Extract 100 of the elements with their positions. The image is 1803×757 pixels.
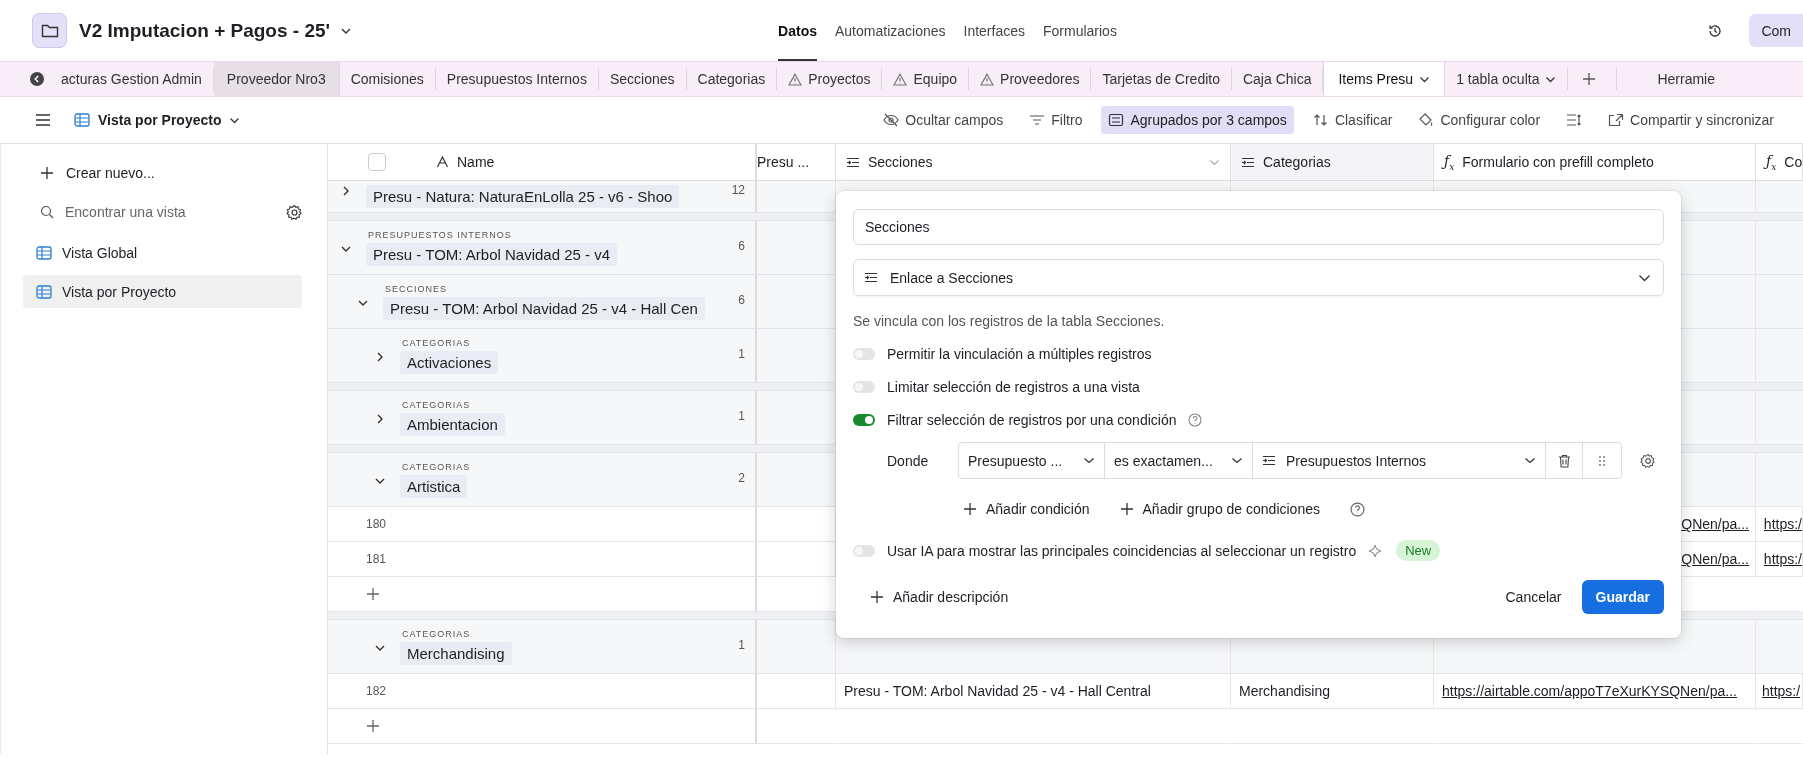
column-header[interactable]: ƒ$_{x}$ Formulario con prefill completo — [1434, 144, 1756, 180]
row-number: 180 — [366, 517, 387, 531]
warning-icon — [980, 72, 995, 86]
add-condition-group-button[interactable]: Añadir grupo de condiciones — [1119, 501, 1320, 517]
trash-icon — [1557, 453, 1571, 468]
history-icon[interactable] — [1707, 22, 1724, 39]
table-tab[interactable]: 1 tabla oculta — [1445, 68, 1569, 90]
option-label: Permitir la vinculación a múltiples registros — [887, 345, 1152, 362]
option-label: Filtrar selección de registros por una condición — [887, 411, 1177, 428]
table-tab[interactable]: Categorias — [686, 68, 778, 90]
row-number: 182 — [366, 684, 387, 698]
condition-prefix: Donde — [887, 452, 930, 469]
toolbar-button[interactable]: Agrupados por 3 campos — [1101, 106, 1294, 134]
caret-icon — [1524, 457, 1536, 464]
nav-tab[interactable]: Interfaces — [963, 0, 1025, 61]
link-field-icon — [1241, 156, 1255, 168]
eye-slash-icon — [883, 113, 900, 127]
toggle-switch[interactable] — [853, 347, 875, 360]
add-description-button[interactable]: Añadir descripción — [870, 589, 1009, 605]
group-field-label: CATEGORIAS — [402, 462, 471, 472]
group-value: Presu - TOM: Arbol Navidad 25 - v4 - Hall Cen — [383, 297, 705, 320]
table-tab[interactable]: Proveedores — [969, 68, 1092, 90]
add-record-icon[interactable] — [366, 587, 380, 601]
group-value: Merchandising — [400, 642, 512, 665]
url-link[interactable]: QNen/pa... — [1681, 551, 1749, 567]
add-record-icon[interactable] — [366, 719, 380, 733]
view-item[interactable]: Vista Global — [23, 236, 302, 269]
view-item[interactable]: Vista por Proyecto — [23, 275, 302, 308]
settings-icon[interactable] — [286, 203, 303, 221]
url-link[interactable]: https:/ — [1763, 516, 1802, 532]
folder-icon[interactable] — [32, 13, 67, 48]
field-type-select[interactable]: Enlace a Secciones — [853, 259, 1664, 296]
group-value: Presu - TOM: Arbol Navidad 25 - v4 — [366, 243, 618, 266]
column-header[interactable]: Presu ... — [757, 144, 836, 180]
share-button[interactable]: Com — [1749, 14, 1803, 47]
record-count: 1 — [738, 346, 745, 361]
table-tab[interactable]: Proyectos — [777, 68, 883, 90]
toolbar-button[interactable]: Configurar color — [1411, 106, 1548, 134]
toggle-switch[interactable] — [853, 380, 875, 393]
grid-icon — [36, 245, 52, 260]
condition-operator-select[interactable]: es exactamen... — [1105, 443, 1253, 478]
toolbar-button[interactable]: Clasificar — [1305, 106, 1400, 134]
toolbar-button[interactable]: Filtro — [1022, 106, 1090, 134]
new-badge: New — [1396, 540, 1441, 561]
toolbar-button[interactable]: Ocultar campos — [876, 106, 1011, 134]
add-condition-button[interactable]: Añadir condición — [963, 501, 1090, 517]
table-tab[interactable]: Items Presu — [1323, 62, 1446, 96]
table-tab[interactable]: acturas Gestion Admin — [50, 68, 214, 90]
table-tab[interactable]: Comisiones — [339, 68, 436, 90]
settings-icon[interactable] — [1640, 452, 1656, 469]
save-button[interactable]: Guardar — [1581, 580, 1664, 614]
tools-tab[interactable]: Herramie — [1617, 68, 1727, 90]
table-tab[interactable]: Tarjetas de Credito — [1091, 68, 1232, 90]
table-tab[interactable]: Equipo — [882, 68, 970, 90]
url-link[interactable]: https://airtable.com/appoT7eXurKYSQNen/pa... — [1442, 683, 1737, 699]
caret-icon — [340, 26, 353, 35]
base-title-button[interactable]: V2 Imputacion + Pagos - 25' — [79, 19, 353, 42]
row-height-icon — [1566, 113, 1583, 127]
group-field-label: CATEGORIAS — [402, 629, 471, 639]
option-label: Limitar selección de registros a una vista — [887, 378, 1140, 395]
grid-icon — [74, 113, 90, 127]
link-field-icon — [1262, 455, 1276, 466]
column-header[interactable]: Categorias — [1231, 144, 1434, 180]
menu-icon[interactable] — [36, 114, 50, 126]
cancel-button[interactable]: Cancelar — [1505, 589, 1562, 605]
group-value: Artistica — [400, 475, 468, 498]
sort-icon — [1312, 113, 1329, 127]
record-count: 1 — [738, 637, 745, 652]
table-tab[interactable]: Proveedor Nro3 — [213, 62, 340, 96]
field-name-input[interactable]: Secciones — [853, 209, 1664, 245]
view-switcher[interactable]: Vista por Proyecto — [74, 112, 241, 128]
link-field-icon — [846, 156, 860, 168]
nav-tab[interactable]: Automatizaciones — [835, 0, 946, 61]
search-field[interactable]: Encontrar una vista — [63, 203, 277, 221]
url-link[interactable]: https:/ — [1762, 683, 1801, 699]
plus-icon — [1119, 502, 1134, 516]
table-tab[interactable]: Presupuestos Internos — [435, 68, 599, 90]
search-icon — [40, 205, 54, 219]
caret-icon — [1545, 75, 1557, 83]
help-icon[interactable] — [1188, 412, 1203, 427]
field-description: Se vincula con los registros de la tabla Secciones. — [853, 313, 1166, 329]
nav-tab[interactable]: Formularios — [1043, 0, 1117, 61]
record-count: 12 — [731, 182, 745, 197]
url-link[interactable]: https:/ — [1763, 551, 1802, 567]
table-tab[interactable]: Secciones — [598, 68, 687, 90]
column-header[interactable]: ƒ$_{x}$ Co — [1756, 144, 1803, 180]
record-count: 1 — [738, 408, 745, 423]
create-new-button[interactable]: Crear nuevo... — [23, 158, 303, 188]
url-link[interactable]: QNen/pa... — [1681, 516, 1749, 532]
select-all-checkbox[interactable] — [368, 153, 386, 171]
toolbar-button[interactable]: Compartir y sincronizar — [1601, 106, 1781, 134]
toggle-switch[interactable] — [853, 544, 875, 557]
warning-icon — [788, 72, 803, 86]
condition-value-select[interactable]: Presupuestos Internos — [1253, 443, 1546, 478]
toggle-switch[interactable] — [853, 413, 875, 426]
filter-icon — [1029, 113, 1046, 127]
condition-field-select[interactable]: Presupuesto ... — [959, 443, 1105, 478]
text-field-icon — [436, 156, 449, 168]
help-icon[interactable] — [1350, 501, 1365, 517]
caret-icon — [1638, 273, 1651, 282]
